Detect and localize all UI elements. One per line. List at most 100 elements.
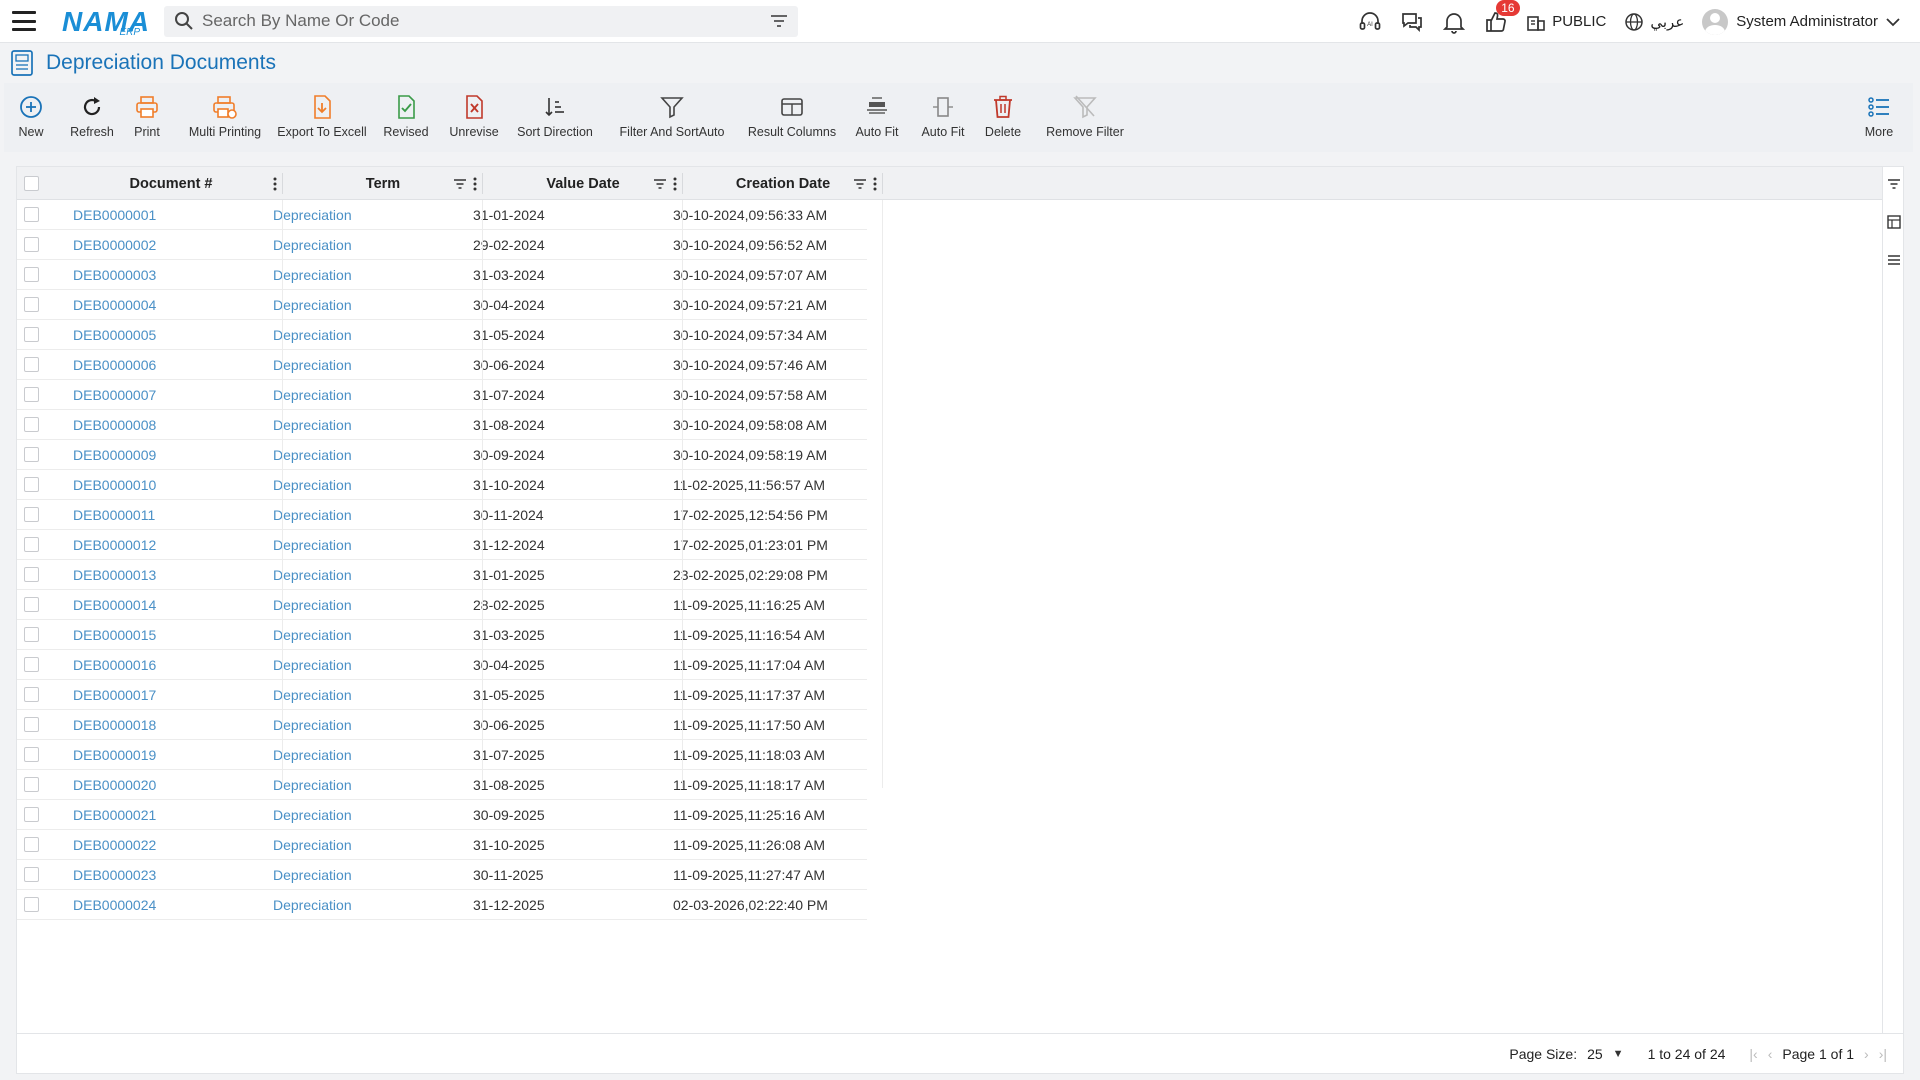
term-link[interactable]: Depreciation xyxy=(273,650,352,680)
row-checkbox[interactable] xyxy=(24,867,39,882)
column-header-document[interactable]: Document # xyxy=(59,167,283,200)
column-filter-icon[interactable] xyxy=(653,178,667,190)
term-link[interactable]: Depreciation xyxy=(273,470,352,500)
company-selector[interactable]: PUBLIC xyxy=(1526,12,1606,32)
table-row[interactable]: DEB0000011 Depreciation 30-11-2024 17-02-20… xyxy=(17,500,867,530)
document-link[interactable]: DEB0000002 xyxy=(73,230,156,260)
table-row[interactable]: DEB0000006 Depreciation 30-06-2024 30-10-20… xyxy=(17,350,867,380)
column-menu-icon[interactable] xyxy=(473,177,477,191)
table-row[interactable]: DEB0000009 Depreciation 30-09-2024 30-10-20… xyxy=(17,440,867,470)
column-filter-icon[interactable] xyxy=(453,178,467,190)
column-header-creation-date[interactable]: Creation Date xyxy=(683,167,883,200)
support-icon[interactable]: AI xyxy=(1358,10,1382,34)
table-row[interactable]: DEB0000002 Depreciation 29-02-2024 30-10-20… xyxy=(17,230,867,260)
row-checkbox[interactable] xyxy=(24,207,39,222)
term-link[interactable]: Depreciation xyxy=(273,740,352,770)
table-row[interactable]: DEB0000008 Depreciation 31-08-2024 30-10-20… xyxy=(17,410,867,440)
row-checkbox[interactable] xyxy=(24,447,39,462)
term-link[interactable]: Depreciation xyxy=(273,200,352,230)
term-link[interactable]: Depreciation xyxy=(273,260,352,290)
term-link[interactable]: Depreciation xyxy=(273,290,352,320)
term-link[interactable]: Depreciation xyxy=(273,440,352,470)
bell-icon[interactable] xyxy=(1442,10,1466,34)
table-row[interactable]: DEB0000010 Depreciation 31-10-2024 11-02-20… xyxy=(17,470,867,500)
table-row[interactable]: DEB0000004 Depreciation 30-04-2024 30-10-20… xyxy=(17,290,867,320)
more-button[interactable]: More xyxy=(1859,83,1899,139)
remove-filter-button[interactable]: Remove Filter xyxy=(1040,83,1130,139)
row-checkbox[interactable] xyxy=(24,597,39,612)
last-page-icon[interactable]: ›| xyxy=(1879,1046,1887,1062)
row-checkbox[interactable] xyxy=(24,237,39,252)
term-link[interactable]: Depreciation xyxy=(273,800,352,830)
revised-button[interactable]: Revised xyxy=(376,83,436,139)
document-link[interactable]: DEB0000009 xyxy=(73,440,156,470)
row-checkbox[interactable] xyxy=(24,507,39,522)
document-link[interactable]: DEB0000013 xyxy=(73,560,156,590)
document-link[interactable]: DEB0000012 xyxy=(73,530,156,560)
delete-button[interactable]: Delete xyxy=(978,83,1028,139)
filter-icon[interactable] xyxy=(770,13,788,29)
user-menu[interactable]: System Administrator xyxy=(1702,8,1900,35)
row-checkbox[interactable] xyxy=(24,477,39,492)
column-menu-icon[interactable] xyxy=(273,177,277,191)
select-all-checkbox[interactable] xyxy=(24,176,39,191)
row-checkbox[interactable] xyxy=(24,687,39,702)
term-link[interactable]: Depreciation xyxy=(273,350,352,380)
document-link[interactable]: DEB0000014 xyxy=(73,590,156,620)
row-checkbox[interactable] xyxy=(24,627,39,642)
side-list-icon[interactable] xyxy=(1886,252,1902,268)
term-link[interactable]: Depreciation xyxy=(273,590,352,620)
row-checkbox[interactable] xyxy=(24,417,39,432)
document-link[interactable]: DEB0000016 xyxy=(73,650,156,680)
prev-page-icon[interactable]: ‹ xyxy=(1768,1046,1773,1062)
row-checkbox[interactable] xyxy=(24,897,39,912)
document-link[interactable]: DEB0000007 xyxy=(73,380,156,410)
auto-fit-columns-button[interactable]: Auto Fit xyxy=(912,83,974,139)
term-link[interactable]: Depreciation xyxy=(273,530,352,560)
row-checkbox[interactable] xyxy=(24,537,39,552)
table-row[interactable]: DEB0000012 Depreciation 31-12-2024 17-02-20… xyxy=(17,530,867,560)
table-row[interactable]: DEB0000019 Depreciation 31-07-2025 11-09-20… xyxy=(17,740,867,770)
page-size-select[interactable]: 25 ▼ xyxy=(1587,1046,1623,1062)
document-link[interactable]: DEB0000003 xyxy=(73,260,156,290)
table-row[interactable]: DEB0000015 Depreciation 31-03-2025 11-09-20… xyxy=(17,620,867,650)
term-link[interactable]: Depreciation xyxy=(273,620,352,650)
table-row[interactable]: DEB0000016 Depreciation 30-04-2025 11-09-20… xyxy=(17,650,867,680)
term-link[interactable]: Depreciation xyxy=(273,410,352,440)
table-row[interactable]: DEB0000013 Depreciation 31-01-2025 23-02-20… xyxy=(17,560,867,590)
side-filter-icon[interactable] xyxy=(1886,176,1902,192)
table-row[interactable]: DEB0000018 Depreciation 30-06-2025 11-09-20… xyxy=(17,710,867,740)
document-link[interactable]: DEB0000011 xyxy=(73,500,155,530)
table-row[interactable]: DEB0000003 Depreciation 31-03-2024 30-10-20… xyxy=(17,260,867,290)
chat-icon[interactable] xyxy=(1400,10,1424,34)
print-button[interactable]: Print xyxy=(122,83,172,139)
document-link[interactable]: DEB0000006 xyxy=(73,350,156,380)
term-link[interactable]: Depreciation xyxy=(273,710,352,740)
filter-sort-button[interactable]: Filter And SortAuto xyxy=(614,83,730,139)
document-link[interactable]: DEB0000015 xyxy=(73,620,156,650)
row-checkbox[interactable] xyxy=(24,267,39,282)
document-link[interactable]: DEB0000020 xyxy=(73,770,156,800)
row-checkbox[interactable] xyxy=(24,777,39,792)
term-link[interactable]: Depreciation xyxy=(273,230,352,260)
row-checkbox[interactable] xyxy=(24,837,39,852)
table-row[interactable]: DEB0000001 Depreciation 31-01-2024 30-10-20… xyxy=(17,200,867,230)
row-checkbox[interactable] xyxy=(24,387,39,402)
table-row[interactable]: DEB0000024 Depreciation 31-12-2025 02-03-20… xyxy=(17,890,867,920)
term-link[interactable]: Depreciation xyxy=(273,500,352,530)
document-link[interactable]: DEB0000005 xyxy=(73,320,156,350)
document-link[interactable]: DEB0000004 xyxy=(73,290,156,320)
new-button[interactable]: New xyxy=(6,83,56,139)
document-link[interactable]: DEB0000010 xyxy=(73,470,156,500)
row-checkbox[interactable] xyxy=(24,657,39,672)
table-row[interactable]: DEB0000005 Depreciation 31-05-2024 30-10-20… xyxy=(17,320,867,350)
table-row[interactable]: DEB0000021 Depreciation 30-09-2025 11-09-20… xyxy=(17,800,867,830)
table-row[interactable]: DEB0000014 Depreciation 28-02-2025 11-09-20… xyxy=(17,590,867,620)
document-link[interactable]: DEB0000001 xyxy=(73,200,156,230)
first-page-icon[interactable]: |‹ xyxy=(1749,1046,1757,1062)
column-menu-icon[interactable] xyxy=(673,177,677,191)
term-link[interactable]: Depreciation xyxy=(273,860,352,890)
auto-fit-rows-button[interactable]: Auto Fit xyxy=(846,83,908,139)
term-link[interactable]: Depreciation xyxy=(273,680,352,710)
document-link[interactable]: DEB0000017 xyxy=(73,680,156,710)
